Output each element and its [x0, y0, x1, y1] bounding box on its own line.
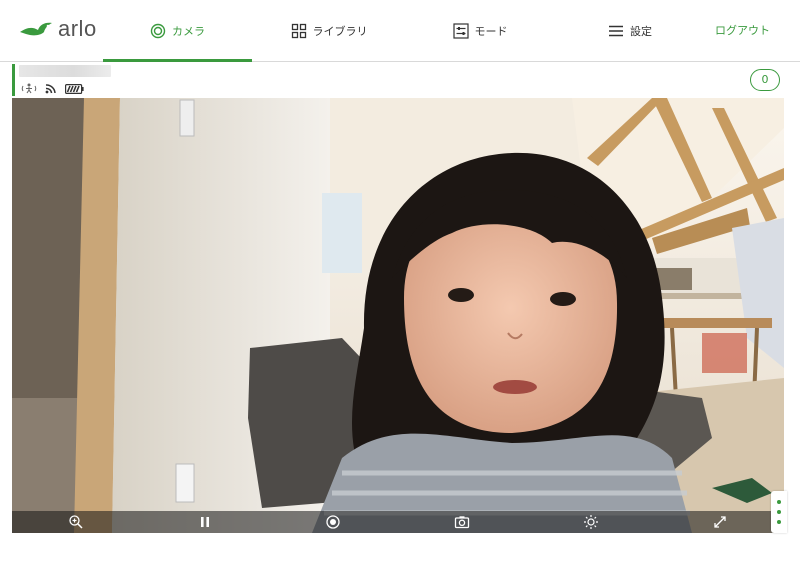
camera-status-icons [21, 79, 84, 98]
active-tab-indicator [103, 59, 252, 62]
more-dot-icon [777, 500, 781, 504]
grid-icon [291, 23, 306, 38]
record-icon[interactable] [325, 514, 341, 530]
video-control-bar [12, 511, 784, 533]
tab-mode[interactable]: モード [424, 0, 536, 61]
live-video-feed[interactable] [12, 98, 784, 533]
mode-sliders-icon [452, 22, 469, 39]
menu-icon [609, 25, 623, 36]
fullscreen-icon[interactable] [712, 514, 728, 530]
camera-target-icon [150, 23, 166, 38]
snapshot-camera-icon[interactable] [454, 514, 470, 530]
wifi-signal-icon [45, 79, 57, 98]
zoom-in-icon[interactable] [68, 514, 84, 530]
more-dot-icon [777, 520, 781, 524]
tab-settings-label: 設定 [630, 24, 652, 38]
camera-header[interactable]: 0 [12, 64, 787, 96]
brightness-icon[interactable] [583, 514, 599, 530]
top-navigation: arlo カメラ ライブラリ モード 設定 ログアウト [0, 0, 800, 62]
logout-link[interactable]: ログアウト [715, 22, 770, 38]
more-dot-icon [777, 510, 781, 514]
battery-icon [65, 79, 84, 98]
tab-camera-label: カメラ [172, 24, 205, 38]
notification-count-badge[interactable]: 0 [750, 69, 780, 91]
tab-camera[interactable]: カメラ [103, 0, 252, 62]
more-options-button[interactable] [771, 491, 787, 533]
tab-library-label: ライブラリ [312, 24, 368, 38]
pause-icon[interactable] [197, 514, 213, 530]
arlo-logo[interactable]: arlo [18, 14, 102, 44]
camera-name-redacted [19, 65, 111, 77]
video-frame [12, 98, 784, 533]
tab-library[interactable]: ライブラリ [262, 0, 396, 61]
brand-name: arlo [58, 16, 97, 41]
tab-mode-label: モード [474, 24, 508, 38]
motion-icon [21, 79, 37, 98]
arlo-bird-icon [20, 22, 52, 36]
tab-settings[interactable]: 設定 [590, 0, 670, 61]
